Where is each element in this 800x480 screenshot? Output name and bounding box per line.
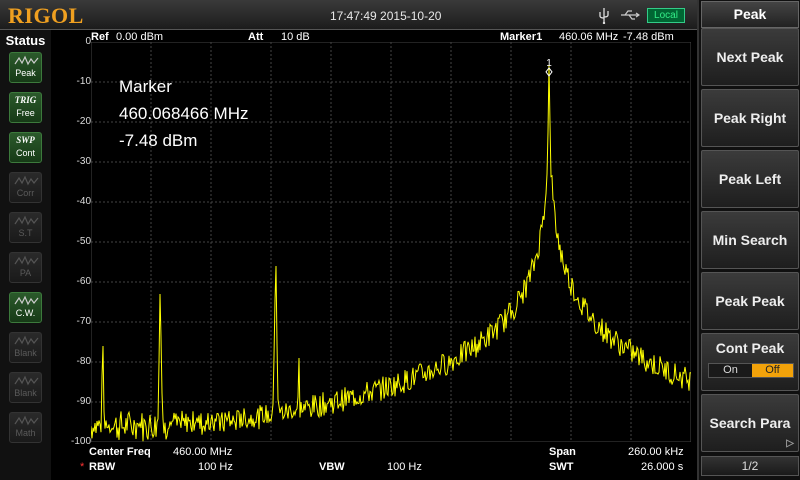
usb-icon	[599, 8, 609, 24]
status-st-indicator: S.T	[9, 212, 42, 243]
status-cont-indicator: SWP Cont	[9, 132, 42, 163]
status-math-indicator: Math	[9, 412, 42, 443]
softkey-panel: Peak Next Peak Peak Right Peak Left Min …	[697, 0, 800, 480]
y-tick-label: -40	[76, 196, 91, 207]
status-pa-indicator: PA	[9, 252, 42, 283]
wave-icon	[14, 335, 39, 346]
y-tick-label: -30	[76, 156, 91, 167]
marker-readout-amplitude: -7.48 dBm	[119, 131, 198, 150]
toggle-off-option[interactable]: Off	[752, 364, 793, 377]
peak-right-button[interactable]: Peak Right	[701, 89, 799, 147]
status-indicator-label: Corr	[16, 188, 35, 198]
peak-peak-button[interactable]: Peak Peak	[701, 272, 799, 330]
marker-readout-frequency: 460.068466 MHz	[119, 104, 249, 123]
span-value: 260.00 kHz	[628, 446, 684, 458]
y-tick-label: 0	[85, 36, 91, 47]
wave-icon	[14, 215, 39, 226]
status-corr-indicator: Corr	[9, 172, 42, 203]
min-search-label: Min Search	[712, 232, 788, 248]
brand-logo: RIGOL	[8, 3, 84, 28]
status-indicator-title: SWP	[16, 135, 35, 145]
y-tick-label: -80	[76, 356, 91, 367]
status-panel: Status Peak TRIG Free SWP Cont Corr S.T PA C.W. B…	[0, 30, 51, 480]
date-time: 17:47:49 2015-10-20	[330, 9, 442, 23]
submenu-arrow-icon: ▷	[786, 438, 794, 449]
peak-left-button[interactable]: Peak Left	[701, 150, 799, 208]
status-cw-indicator: C.W.	[9, 292, 42, 323]
swt-label: SWT	[549, 461, 574, 473]
rbw-manual-indicator: *	[80, 461, 85, 473]
spectrum-display[interactable]: Ref 0.00 dBm Att 10 dB Marker1 460.06 MH…	[51, 30, 697, 480]
status-indicator-label: Blank	[14, 348, 37, 358]
top-status-bar: RIGOL 17:47:49 2015-10-20 Local	[0, 0, 697, 30]
rbw-value: 100 Hz	[198, 461, 233, 473]
toggle-on-option[interactable]: On	[709, 364, 752, 377]
y-tick-label: -60	[76, 276, 91, 287]
search-para-label: Search Para	[709, 415, 791, 431]
wave-icon	[14, 375, 39, 386]
status-indicator-label: S.T	[18, 228, 33, 238]
next-peak-label: Next Peak	[716, 49, 784, 65]
center-freq-label: Center Freq	[89, 446, 151, 458]
peak-peak-label: Peak Peak	[715, 293, 785, 309]
y-tick-label: -70	[76, 316, 91, 327]
status-indicator-label: PA	[19, 268, 32, 278]
network-icon	[621, 10, 640, 20]
cont-peak-button[interactable]: Cont Peak On Off	[701, 333, 799, 391]
status-indicator-label: Blank	[14, 388, 37, 398]
status-free-indicator: TRIG Free	[9, 92, 42, 123]
status-indicator-label: Math	[15, 428, 36, 438]
status-indicator-title: TRIG	[14, 95, 37, 105]
page-indicator: 1/2	[701, 456, 799, 476]
status-indicator-label: C.W.	[15, 308, 36, 318]
local-status-badge: Local	[647, 8, 685, 23]
correction-icon	[14, 175, 39, 186]
y-tick-label: -20	[76, 116, 91, 127]
marker-readout: Marker 460.068466 MHz -7.48 dBm	[119, 73, 248, 154]
y-tick-label: -90	[76, 396, 91, 407]
y-tick-label: -50	[76, 236, 91, 247]
peak-wave-icon	[14, 55, 39, 66]
status-peak-indicator: Peak	[9, 52, 42, 83]
cont-peak-label: Cont Peak	[715, 340, 785, 356]
status-indicator-label: Free	[16, 108, 35, 118]
status-indicator-label: Cont	[15, 148, 35, 158]
center-freq-value: 460.00 MHz	[173, 446, 233, 458]
span-label: Span	[549, 446, 576, 458]
preamp-icon	[14, 255, 39, 266]
marker-number: 1	[546, 58, 552, 69]
marker-readout-title: Marker	[119, 77, 172, 96]
next-peak-button[interactable]: Next Peak	[701, 28, 799, 86]
wave-icon	[14, 415, 39, 426]
vbw-label: VBW	[319, 461, 345, 473]
peak-right-label: Peak Right	[713, 110, 787, 126]
cw-wave-icon	[14, 295, 39, 306]
status-indicator-label: Peak	[15, 68, 36, 78]
menu-title: Peak	[701, 1, 799, 28]
peak-left-label: Peak Left	[718, 171, 782, 187]
status-blank-indicator: Blank	[9, 332, 42, 363]
search-para-button[interactable]: Search Para ▷	[701, 394, 799, 452]
rbw-label: RBW	[89, 461, 116, 473]
min-search-button[interactable]: Min Search	[701, 211, 799, 269]
swt-value: 26.000 s	[641, 461, 684, 473]
status-blank-indicator: Blank	[9, 372, 42, 403]
cont-peak-toggle[interactable]: On Off	[708, 363, 794, 378]
y-tick-label: -10	[76, 76, 91, 87]
y-tick-label: -100	[70, 436, 91, 447]
status-title: Status	[5, 33, 46, 48]
vbw-value: 100 Hz	[387, 461, 422, 473]
